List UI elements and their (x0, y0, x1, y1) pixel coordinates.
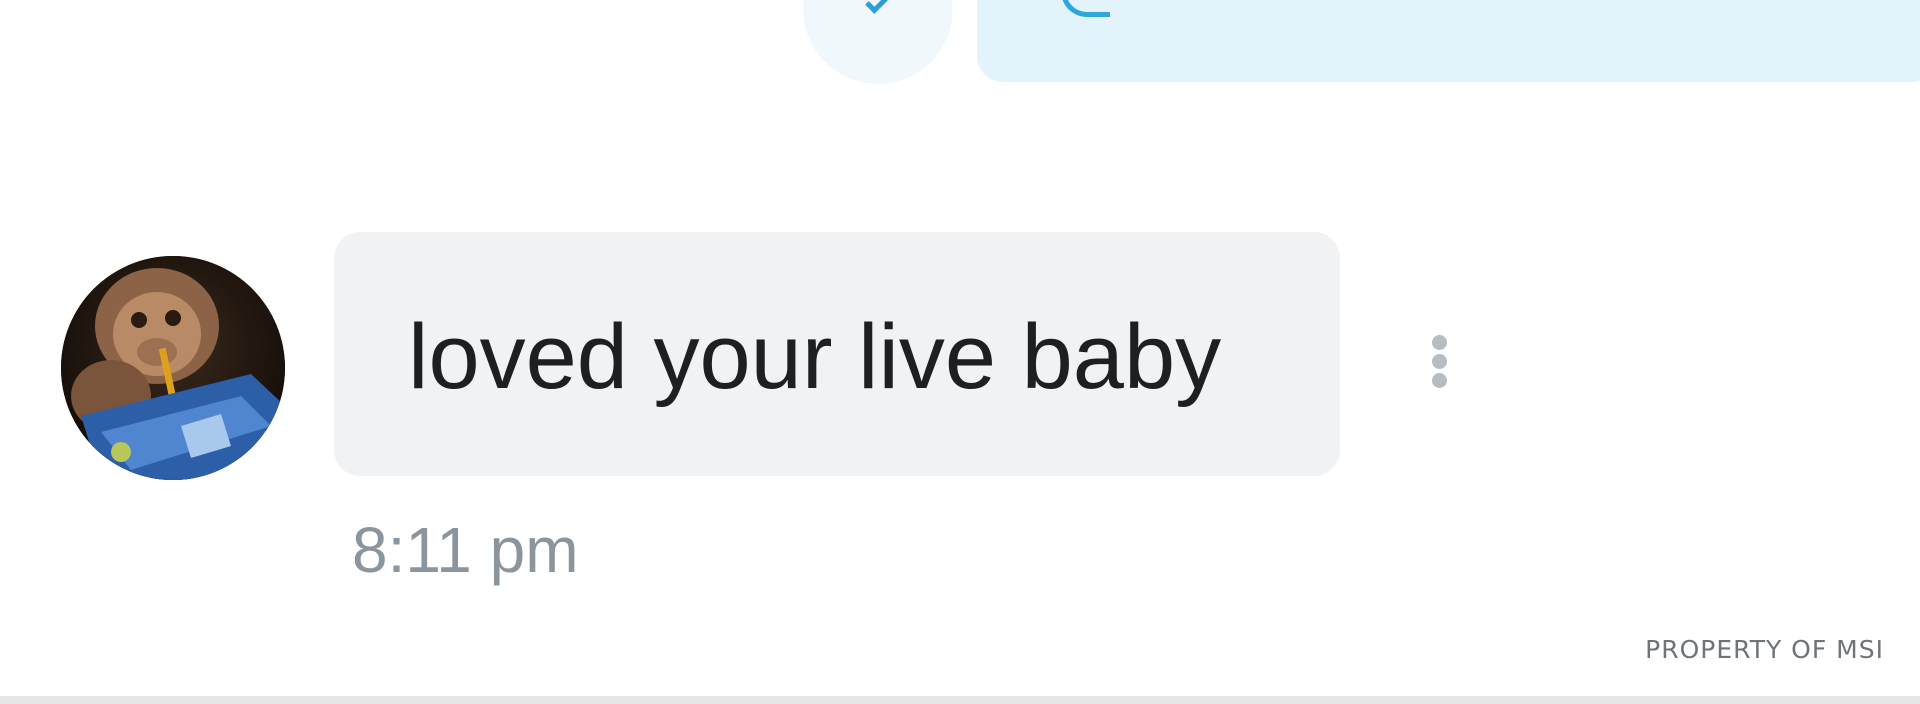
check-icon (865, 0, 888, 14)
watermark: PROPERTY OF MSI (1645, 635, 1884, 664)
more-vertical-icon (1432, 354, 1447, 369)
previous-message-bubble[interactable] (977, 0, 1920, 82)
divider (0, 696, 1920, 704)
chat-screen: loved your live baby 8:11 pm PROPERTY OF… (0, 0, 1920, 704)
more-vertical-icon (1432, 335, 1447, 350)
message-timestamp: 8:11 pm (352, 514, 579, 586)
message-more-button[interactable] (1420, 330, 1458, 406)
partial-text-glyph (1061, 0, 1110, 17)
more-vertical-icon (1432, 373, 1447, 388)
message-text: loved your live baby (408, 306, 1222, 408)
sender-avatar[interactable] (803, 0, 953, 84)
monkey-avatar-image (61, 256, 285, 480)
avatar[interactable] (61, 256, 285, 480)
message-bubble[interactable]: loved your live baby (334, 232, 1340, 476)
